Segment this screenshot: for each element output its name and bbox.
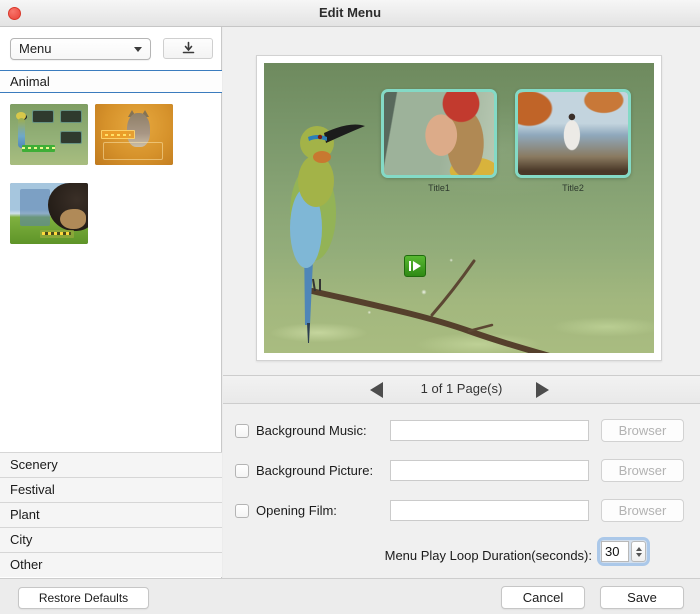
- duration-stepper[interactable]: [631, 541, 646, 562]
- cancel-button[interactable]: Cancel: [501, 586, 585, 609]
- opening-film-input[interactable]: [390, 500, 589, 521]
- thumbnail-art: [22, 145, 55, 152]
- play-icon: [409, 261, 411, 271]
- title-bar: Edit Menu: [0, 0, 700, 27]
- duration-label: Menu Play Loop Duration(seconds):: [384, 548, 592, 563]
- background-picture-input[interactable]: [390, 460, 589, 481]
- category-item-festival[interactable]: Festival: [0, 477, 222, 502]
- thumbnail-art: [40, 230, 74, 238]
- background-picture-browser-button[interactable]: Browser: [601, 459, 684, 482]
- menu-type-dropdown[interactable]: Menu: [10, 38, 151, 60]
- opening-film-checkbox[interactable]: [235, 504, 249, 518]
- chevron-down-icon: [134, 47, 142, 52]
- menu-preview-frame: Title1 Title2: [256, 55, 662, 361]
- play-icon: [413, 261, 421, 271]
- thumbnail-dog-template[interactable]: [10, 183, 88, 244]
- background-picture-label: Background Picture:: [256, 463, 374, 478]
- page-indicator: 1 of 1 Page(s): [420, 381, 503, 396]
- thumbnail-art: [60, 209, 86, 229]
- thumbnail-art: [60, 110, 82, 123]
- thumbnail-art: [20, 189, 50, 226]
- title2-video-frame[interactable]: [515, 89, 631, 178]
- page-navigator: 1 of 1 Page(s): [223, 376, 700, 403]
- menu-dropdown-value: Menu: [19, 41, 52, 56]
- title2-video-art: [518, 92, 628, 175]
- template-sidebar: Menu Animal Scenery Festival Plant City …: [0, 27, 222, 578]
- download-template-button[interactable]: [163, 38, 213, 59]
- thumbnail-art: [60, 131, 82, 144]
- restore-defaults-button[interactable]: Restore Defaults: [18, 587, 149, 609]
- category-item-plant[interactable]: Plant: [0, 502, 222, 527]
- divider: [223, 403, 700, 404]
- footer-bar: Restore Defaults Cancel Save: [0, 579, 700, 614]
- save-button[interactable]: Save: [600, 586, 684, 609]
- background-music-input[interactable]: [390, 420, 589, 441]
- thumbnail-kitten-template[interactable]: [95, 104, 173, 165]
- thumbnail-art: [32, 110, 54, 123]
- background-music-browser-button[interactable]: Browser: [601, 419, 684, 442]
- background-music-checkbox[interactable]: [235, 424, 249, 438]
- close-window-icon[interactable]: [8, 7, 21, 20]
- opening-film-browser-button[interactable]: Browser: [601, 499, 684, 522]
- previous-page-icon[interactable]: [370, 382, 383, 398]
- next-page-icon[interactable]: [536, 382, 549, 398]
- edit-menu-dialog: Edit Menu Menu Animal Scenery Festival P…: [0, 0, 700, 614]
- title1-video-frame[interactable]: [381, 89, 497, 178]
- thumbnail-bird-template[interactable]: [10, 104, 88, 165]
- title2-label: Title2: [562, 183, 584, 193]
- category-list: Scenery Festival Plant City Other: [0, 452, 222, 577]
- thumbnail-art: [101, 130, 135, 139]
- title1-video-art: [384, 92, 494, 175]
- stepper-up-icon[interactable]: [635, 546, 642, 551]
- background-picture-checkbox[interactable]: [235, 464, 249, 478]
- background-music-label: Background Music:: [256, 423, 367, 438]
- selected-category-header[interactable]: Animal: [0, 70, 222, 93]
- thumbnail-art: [103, 142, 163, 160]
- duration-spinner: [600, 540, 647, 563]
- title1-label: Title1: [428, 183, 450, 193]
- category-item-scenery[interactable]: Scenery: [0, 452, 222, 477]
- play-button[interactable]: [404, 255, 426, 277]
- opening-film-label: Opening Film:: [256, 503, 337, 518]
- menu-preview[interactable]: Title1 Title2: [264, 63, 654, 353]
- category-item-city[interactable]: City: [0, 527, 222, 552]
- thumbnail-art: [18, 118, 25, 148]
- duration-input[interactable]: [601, 541, 629, 562]
- download-icon: [182, 41, 194, 54]
- category-item-other[interactable]: Other: [0, 552, 222, 577]
- window-title: Edit Menu: [318, 5, 382, 20]
- stepper-down-icon[interactable]: [635, 552, 642, 557]
